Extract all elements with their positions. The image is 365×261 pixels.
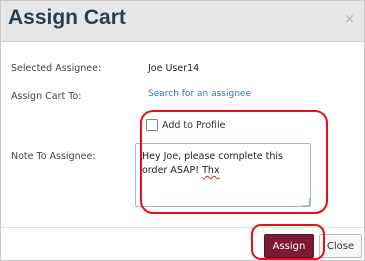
add-to-profile-row[interactable]: Add to Profile	[146, 119, 226, 131]
close-button[interactable]: Close	[319, 234, 362, 258]
close-icon[interactable]: ×	[344, 13, 355, 26]
note-to-assignee-label: Note To Assignee:	[11, 151, 96, 162]
selected-assignee-label: Selected Assignee:	[11, 63, 102, 74]
assign-cart-to-label: Assign Cart To:	[11, 91, 82, 102]
dialog-title: Assign Cart	[8, 6, 126, 29]
assign-cart-dialog: Assign Cart × Selected Assignee: Joe Use…	[0, 0, 365, 261]
add-to-profile-checkbox[interactable]	[146, 119, 158, 131]
search-assignee-link[interactable]: Search for an assignee	[148, 89, 251, 99]
footer-divider	[1, 227, 364, 228]
selected-assignee-value: Joe User14	[148, 63, 200, 74]
note-textarea[interactable]: Hey Joe, please complete this order ASAP…	[135, 143, 311, 207]
assign-button[interactable]: Assign	[264, 234, 314, 258]
add-to-profile-label: Add to Profile	[162, 119, 226, 131]
resize-grip-icon[interactable]	[302, 198, 310, 206]
dialog-header: Assign Cart ×	[1, 1, 364, 42]
note-misspelled-word: Thx	[202, 165, 220, 176]
